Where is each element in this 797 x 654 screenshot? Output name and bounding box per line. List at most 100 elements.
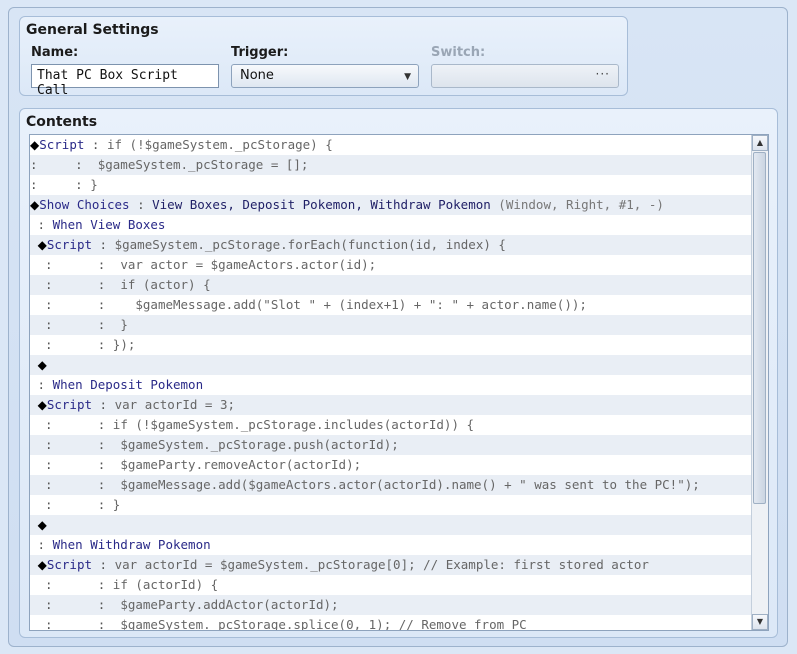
command-cmd: Show Choices xyxy=(39,197,130,212)
command-branch: When Withdraw Pokemon xyxy=(52,537,211,552)
command-rows: ◆Script : if (!$gameSystem._pcStorage) {… xyxy=(30,135,752,631)
command-row[interactable]: : : $gameMessage.add("Slot " + (index+1)… xyxy=(30,295,752,315)
command-code: var actorId = $gameSystem._pcStorage[0];… xyxy=(114,557,649,572)
name-label: Name: xyxy=(31,45,79,60)
command-code: var actorId = 3; xyxy=(114,397,236,412)
contents-title: Contents xyxy=(26,114,98,130)
command-sep: : xyxy=(92,557,115,572)
command-sep: : : xyxy=(30,437,121,452)
command-sep: : xyxy=(129,197,153,212)
command-code: $gameSystem._pcStorage.splice(0, 1); // … xyxy=(120,617,527,631)
command-row[interactable]: : When Withdraw Pokemon xyxy=(30,535,752,555)
command-row[interactable]: : : $gameParty.addActor(actorId); xyxy=(30,595,752,615)
scroll-up-icon[interactable]: ▲ xyxy=(752,135,768,151)
command-row[interactable]: : : var actor = $gameActors.actor(id); xyxy=(30,255,752,275)
command-row[interactable]: : : if (actorId) { xyxy=(30,575,752,595)
command-code: if (!$gameSystem._pcStorage.includes(act… xyxy=(112,417,475,432)
command-sep: : : xyxy=(30,457,121,472)
command-dim: (Window, Right, #1, -) xyxy=(490,197,664,212)
command-row[interactable]: : : if (actor) { xyxy=(30,275,752,295)
command-sep: : : xyxy=(30,597,121,612)
command-row[interactable]: : : $gameSystem._pcStorage.push(actorId)… xyxy=(30,435,752,455)
command-code: var actor = $gameActors.actor(id); xyxy=(120,257,377,272)
command-code: $gameSystem._pcStorage.forEach(function(… xyxy=(114,237,506,252)
command-code: $gameMessage.add("Slot " + (index+1) + "… xyxy=(120,297,587,312)
diamond-icon: ◆ xyxy=(30,358,47,372)
diamond-icon: ◆ xyxy=(30,518,47,532)
diamond-icon: ◆ xyxy=(30,138,40,152)
command-row[interactable]: ◆Script : if (!$gameSystem._pcStorage) { xyxy=(30,135,752,155)
diamond-icon: ◆ xyxy=(30,558,47,572)
command-row[interactable]: : : $gameParty.removeActor(actorId); xyxy=(30,455,752,475)
command-row[interactable]: ◆ xyxy=(30,355,752,375)
command-sep: : : xyxy=(30,577,113,592)
command-code: }); xyxy=(112,337,136,352)
trigger-value: None xyxy=(240,68,274,83)
scroll-down-icon[interactable]: ▼ xyxy=(752,614,768,630)
command-arg: View Boxes, Deposit Pokemon, Withdraw Po… xyxy=(152,197,491,212)
command-row[interactable]: : When View Boxes xyxy=(30,215,752,235)
command-branch: When View Boxes xyxy=(52,217,166,232)
command-sep: : : xyxy=(30,277,121,292)
command-row[interactable]: : : } xyxy=(30,315,752,335)
command-sep: : : xyxy=(30,157,98,172)
command-sep: : : xyxy=(30,617,121,631)
contents-panel: Contents ◆Script : if (!$gameSystem._pcS… xyxy=(19,108,778,638)
command-sep: : xyxy=(30,537,53,552)
command-sep: : : xyxy=(30,497,113,512)
command-sep: : : xyxy=(30,317,121,332)
general-settings-panel: General Settings Name: Trigger: Switch: … xyxy=(19,16,628,98)
command-row[interactable]: : : $gameMessage.add($gameActors.actor(a… xyxy=(30,475,752,495)
ellipsis-button[interactable]: ··· xyxy=(596,67,610,81)
command-code: $gameParty.addActor(actorId); xyxy=(120,597,339,612)
trigger-select[interactable]: None ▼ xyxy=(231,64,419,88)
command-sep: : : xyxy=(30,417,113,432)
command-branch: When Deposit Pokemon xyxy=(52,377,204,392)
command-code: $gameMessage.add($gameActors.actor(actor… xyxy=(120,477,700,492)
diamond-icon: ◆ xyxy=(30,398,47,412)
command-row[interactable]: ◆Script : var actorId = $gameSystem._pcS… xyxy=(30,555,752,575)
command-row[interactable]: ◆Script : var actorId = 3; xyxy=(30,395,752,415)
command-cmd: Script xyxy=(46,397,93,412)
switch-label: Switch: xyxy=(431,45,486,60)
command-sep: : : xyxy=(30,257,121,272)
command-sep: : xyxy=(92,237,115,252)
trigger-label: Trigger: xyxy=(231,45,289,60)
command-code: $gameParty.removeActor(actorId); xyxy=(120,457,362,472)
command-code: $gameSystem._pcStorage.push(actorId); xyxy=(120,437,399,452)
command-code: } xyxy=(112,497,121,512)
command-sep: : xyxy=(84,137,107,152)
command-row[interactable]: : : } xyxy=(30,495,752,515)
command-row[interactable]: : : } xyxy=(30,175,752,195)
command-sep: : xyxy=(30,217,53,232)
name-input[interactable]: That PC Box Script Call xyxy=(31,64,219,98)
switch-field[interactable]: ··· xyxy=(431,64,619,88)
command-row[interactable]: : : $gameSystem._pcStorage = []; xyxy=(30,155,752,175)
diamond-icon: ◆ xyxy=(30,198,40,212)
scroll-thumb[interactable] xyxy=(753,152,766,504)
command-row[interactable]: : : $gameSystem._pcStorage.splice(0, 1);… xyxy=(30,615,752,631)
command-code: } xyxy=(120,317,128,332)
general-settings-title: General Settings xyxy=(26,22,159,38)
diamond-icon: ◆ xyxy=(30,238,47,252)
command-sep: : : xyxy=(30,477,121,492)
command-row[interactable]: : When Deposit Pokemon xyxy=(30,375,752,395)
event-command-list[interactable]: ◆Script : if (!$gameSystem._pcStorage) {… xyxy=(29,134,769,631)
command-code: if (!$gameSystem._pcStorage) { xyxy=(106,137,333,152)
vertical-scrollbar[interactable]: ▲ ▼ xyxy=(751,135,768,630)
command-row[interactable]: : : if (!$gameSystem._pcStorage.includes… xyxy=(30,415,752,435)
command-code: if (actor) { xyxy=(120,277,211,292)
command-row[interactable]: : : }); xyxy=(30,335,752,355)
command-code: $gameSystem._pcStorage = []; xyxy=(97,157,309,172)
command-sep: : xyxy=(92,397,115,412)
chevron-down-icon: ▼ xyxy=(404,72,411,82)
command-row[interactable]: ◆ xyxy=(30,515,752,535)
command-row[interactable]: ◆Script : $gameSystem._pcStorage.forEach… xyxy=(30,235,752,255)
command-cmd: Script xyxy=(39,137,85,152)
command-sep: : : xyxy=(30,177,91,192)
command-sep: : xyxy=(30,377,53,392)
command-cmd: Script xyxy=(46,237,93,252)
command-sep: : : xyxy=(30,337,113,352)
command-cmd: Script xyxy=(46,557,93,572)
command-row[interactable]: ◆Show Choices : View Boxes, Deposit Poke… xyxy=(30,195,752,215)
